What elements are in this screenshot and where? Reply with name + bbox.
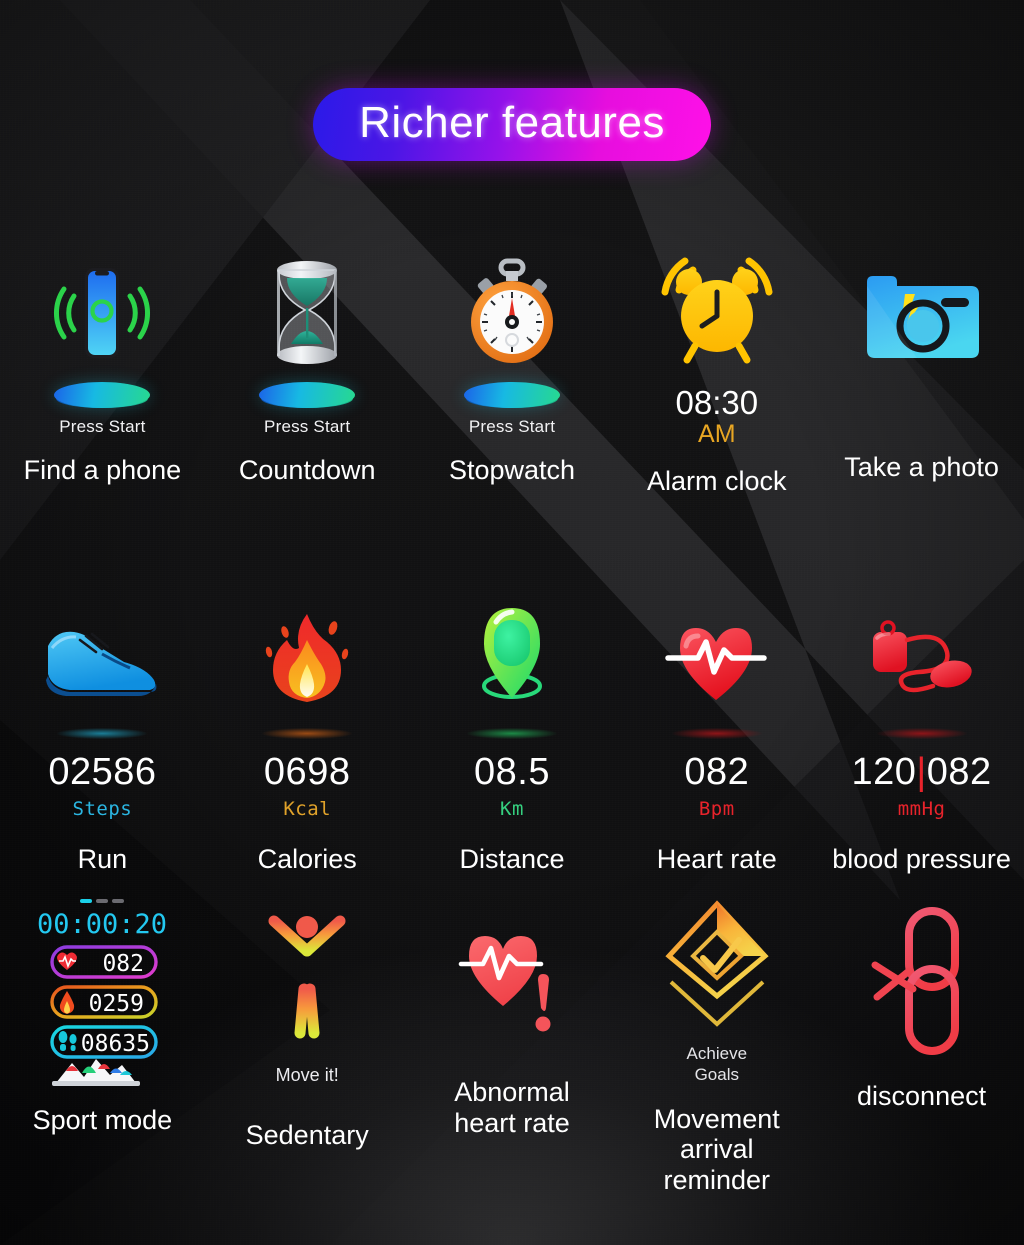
icon-glow — [262, 728, 353, 739]
feature-item-movement-arrival-reminder[interactable]: Achieve Goals Movement arrival reminder — [614, 895, 819, 1196]
metric-unit: Kcal — [283, 798, 332, 820]
alarm-meridiem: AM — [698, 419, 736, 448]
feature-label: Sport mode — [32, 1105, 173, 1135]
broken-chain-icon — [871, 907, 959, 1055]
feature-row-2: 02586 Steps Run 0698 Kcal Calories 08.5 … — [0, 600, 1024, 875]
location-pin-icon — [481, 608, 542, 699]
blood-pressure-icon — [873, 620, 972, 693]
diamond-check-icon — [665, 900, 769, 1027]
metric: 08.5 Km — [474, 753, 550, 820]
page-title: Richer features — [0, 88, 1024, 161]
feature-label: Sedentary — [245, 1120, 369, 1150]
camera-icon — [866, 276, 979, 358]
feature-row-1: Press Start Find a phone Press Start Cou… — [0, 256, 1024, 497]
metric: 02586 Steps — [48, 753, 156, 820]
flame-icon — [265, 614, 349, 702]
achieve-goals-caption: Achieve Goals — [686, 1044, 748, 1085]
metric-value: 02586 — [48, 751, 157, 793]
feature-item-countdown[interactable]: Press Start Countdown — [205, 256, 410, 497]
feature-item-calories[interactable]: 0698 Kcal Calories — [205, 600, 410, 875]
feature-item-run[interactable]: 02586 Steps Run — [0, 600, 205, 875]
feature-item-disconnect[interactable]: disconnect — [819, 895, 1024, 1196]
sport-stat-steps: 08635 — [81, 1031, 150, 1057]
feature-item-alarm-clock[interactable]: 08:30 AM Alarm clock — [614, 256, 819, 497]
press-start-label: Press Start — [468, 417, 556, 436]
feature-label: Distance — [459, 844, 565, 874]
feature-label: Stopwatch — [448, 455, 576, 485]
metric-value: 082 — [684, 751, 750, 793]
value-separator: | — [916, 751, 927, 793]
press-start-label: Press Start — [264, 417, 351, 436]
metric-unit: mmHg — [897, 798, 946, 820]
metric: 0698 Kcal — [264, 753, 351, 820]
start-plate — [463, 382, 560, 408]
feature-label: disconnect — [857, 1081, 987, 1111]
sport-stat-heart: 082 — [103, 951, 145, 977]
feature-item-take-a-photo[interactable]: Take a photo — [819, 256, 1024, 497]
feature-item-distance[interactable]: 08.5 Km Distance — [410, 600, 615, 875]
sport-timer-text: 00:00:20 — [37, 909, 167, 940]
running-shoe-icon — [45, 631, 157, 696]
start-plate — [259, 382, 356, 408]
page-dot — [96, 899, 109, 903]
heart-alert-icon — [458, 936, 551, 1032]
feature-label: Take a photo — [844, 452, 999, 482]
title-pill: Richer features — [313, 88, 711, 161]
alarm-time-value: 08:30 — [675, 384, 759, 421]
feature-item-stopwatch[interactable]: Press Start Stopwatch — [410, 256, 615, 497]
metric-unit: Steps — [72, 798, 133, 820]
metric-value: 120|082 — [851, 753, 991, 791]
feature-item-sport-mode[interactable]: 00:00:20 082 0259 08635 Sport mode — [0, 895, 205, 1196]
sport-stat-calories: 0259 — [89, 991, 144, 1017]
metric: 082 Bpm — [684, 753, 749, 820]
feature-label: Heart rate — [656, 844, 777, 874]
systolic-value: 120 — [851, 751, 917, 793]
icon-glow — [466, 728, 557, 739]
stick-figure-icon — [268, 915, 346, 1039]
metric: 120|082 mmHg — [851, 753, 991, 820]
alarm-clock-icon — [661, 257, 773, 364]
sport-mode-widget-icon: 00:00:20 082 0259 08635 — [37, 899, 167, 1086]
alarm-time: 08:30 AM — [675, 384, 759, 448]
feature-item-find-a-phone[interactable]: Press Start Find a phone — [0, 256, 205, 497]
feature-label: Calories — [257, 844, 357, 874]
feature-row-3: 00:00:20 082 0259 08635 Sport mode Move … — [0, 895, 1024, 1196]
feature-item-heart-rate[interactable]: 082 Bpm Heart rate — [614, 600, 819, 875]
sedentary-caption: Move it! — [275, 1065, 339, 1085]
phone-ring-icon — [54, 268, 151, 358]
stopwatch-icon — [470, 258, 553, 363]
metric-value: 08.5 — [474, 751, 550, 793]
icon-glow — [876, 728, 967, 739]
feature-item-sedentary[interactable]: Move it! Sedentary — [205, 895, 410, 1196]
feature-item-blood-pressure[interactable]: 120|082 mmHg blood pressure — [819, 600, 1024, 875]
metric-unit: Bpm — [698, 798, 735, 820]
page-dot-active — [80, 899, 93, 903]
metric-unit: Km — [500, 798, 524, 820]
feature-label: Run — [77, 844, 128, 874]
feature-item-abnormal-heart-rate[interactable]: Abnormal heart rate — [410, 895, 615, 1196]
start-plate — [54, 382, 151, 408]
metric-value: 0698 — [263, 751, 351, 793]
icon-glow — [57, 728, 148, 739]
icon-glow — [671, 728, 762, 739]
feature-label: Alarm clock — [647, 466, 787, 497]
feature-label: Abnormal heart rate — [454, 1077, 570, 1138]
feature-label: Movement arrival reminder — [653, 1103, 780, 1196]
diastolic-value: 082 — [926, 751, 992, 793]
mountain-graphic — [52, 1059, 141, 1086]
hourglass-icon — [277, 261, 338, 364]
title-text: Richer features — [359, 98, 665, 147]
feature-label: blood pressure — [832, 844, 1011, 874]
feature-label: Find a phone — [23, 455, 182, 485]
page-dot — [112, 899, 125, 903]
press-start-label: Press Start — [59, 417, 146, 436]
heart-pulse-icon — [665, 628, 768, 700]
feature-label: Countdown — [238, 455, 376, 485]
